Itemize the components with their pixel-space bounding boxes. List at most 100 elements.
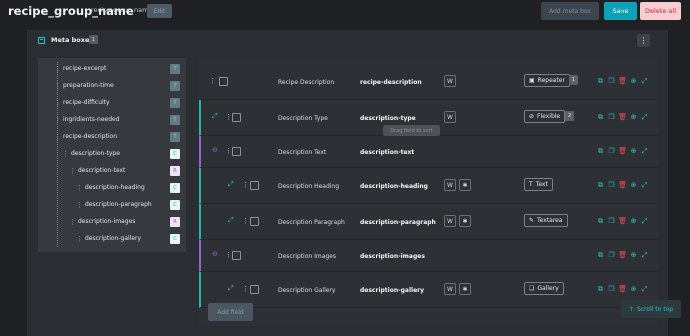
drag-handle-icon[interactable]: ⋮: [225, 251, 232, 259]
tree-item[interactable]: ⋮ description-type: [62, 147, 120, 160]
add-icon[interactable]: ⊕: [630, 147, 637, 155]
add-icon[interactable]: ⊕: [630, 217, 637, 225]
duplicate-icon[interactable]: ⧉: [597, 181, 604, 189]
wordpress-icon[interactable]: W: [444, 283, 456, 295]
edit-button[interactable]: Edit: [147, 4, 172, 18]
duplicate-icon[interactable]: ⧉: [597, 147, 604, 155]
delete-icon[interactable]: 🗑: [618, 113, 627, 121]
delete-icon[interactable]: 🗑: [618, 251, 627, 259]
delete-icon[interactable]: 🗑: [618, 181, 627, 189]
field-row[interactable]: ⤢ ⋮ Description Paragraph description-pa…: [199, 204, 657, 240]
field-type-button[interactable]: ✎ Textarea: [524, 214, 568, 227]
field-checkbox[interactable]: [232, 251, 241, 260]
drag-handle-icon[interactable]: ⋮: [76, 235, 83, 243]
drag-handle-icon[interactable]: ⋮: [54, 99, 61, 107]
field-checkbox[interactable]: [250, 217, 259, 226]
duplicate-icon[interactable]: ⧉: [597, 113, 604, 121]
tree-item[interactable]: ⋮ description-text: [69, 164, 125, 177]
drag-handle-icon[interactable]: ⋮: [62, 150, 69, 158]
field-row[interactable]: ⋮ Recipe Description recipe-description …: [199, 64, 657, 100]
save-button[interactable]: Save: [604, 2, 637, 20]
field-row[interactable]: ⊖ ⋮ Description Images description-image…: [199, 240, 657, 272]
field-checkbox[interactable]: [250, 181, 259, 190]
field-checkbox[interactable]: [232, 113, 241, 122]
drag-handle-icon[interactable]: ⋮: [225, 113, 232, 121]
copy-icon[interactable]: ❐: [608, 217, 615, 225]
collapse-arrows-icon[interactable]: ⤢: [228, 216, 234, 225]
delete-icon[interactable]: 🗑: [618, 217, 627, 225]
collapse-arrows-icon[interactable]: ⤢: [228, 284, 234, 293]
copy-icon[interactable]: ❐: [608, 77, 615, 85]
duplicate-icon[interactable]: ⧉: [597, 77, 604, 85]
add-icon[interactable]: ⊕: [630, 113, 637, 121]
delete-icon[interactable]: 🗑: [618, 77, 627, 85]
field-row[interactable]: ⤢ ⋮ Description Heading description-head…: [199, 168, 657, 204]
field-checkbox[interactable]: [250, 285, 259, 294]
wordpress-icon[interactable]: W: [444, 75, 456, 87]
expand-icon[interactable]: ⤢: [641, 251, 648, 259]
duplicate-icon[interactable]: ⧉: [597, 251, 604, 259]
field-type-button[interactable]: T Text: [524, 178, 553, 191]
copy-icon[interactable]: ❐: [608, 113, 615, 121]
tree-item[interactable]: ⋮ description-heading: [76, 181, 145, 194]
drag-handle-icon[interactable]: ⋮: [54, 65, 61, 73]
duplicate-icon[interactable]: ⧉: [597, 285, 604, 293]
drag-handle-icon[interactable]: ⋮: [76, 201, 83, 209]
delete-icon[interactable]: 🗑: [618, 147, 627, 155]
drag-handle-icon[interactable]: ⋮: [54, 133, 61, 141]
add-icon[interactable]: ⊕: [630, 181, 637, 189]
drag-handle-icon[interactable]: ⋮: [209, 77, 216, 85]
scroll-to-top-button[interactable]: ↑ Scroll to top: [621, 300, 681, 318]
tree-item[interactable]: ⋮ description-gallery: [76, 232, 141, 245]
collapse-arrows-icon[interactable]: ⤢: [212, 112, 218, 121]
kebab-menu-icon[interactable]: ⋮: [637, 34, 650, 47]
required-icon[interactable]: ✱: [459, 215, 471, 227]
wordpress-icon[interactable]: W: [444, 111, 456, 123]
drag-handle-icon[interactable]: ⋮: [54, 116, 61, 124]
expand-icon[interactable]: ⤢: [641, 147, 648, 155]
expand-icon[interactable]: ⤢: [641, 77, 648, 85]
tree-item[interactable]: ⋮ ingridients-needed: [54, 113, 120, 126]
tree-item[interactable]: ⋮ description-paragraph: [76, 198, 152, 211]
delete-all-button[interactable]: Delete all: [640, 2, 681, 20]
field-type-button[interactable]: ▣ Repeater: [524, 74, 570, 87]
field-type-button[interactable]: ❏ Gallery: [524, 282, 564, 295]
copy-icon[interactable]: ❐: [608, 181, 615, 189]
drag-handle-icon[interactable]: ⋮: [69, 167, 76, 175]
add-icon[interactable]: ⊕: [630, 285, 637, 293]
add-meta-box-button[interactable]: Add meta box: [541, 2, 599, 20]
tree-item[interactable]: ⋮ preparation-time: [54, 79, 114, 92]
drag-handle-icon[interactable]: ⋮: [76, 184, 83, 192]
required-icon[interactable]: ✱: [459, 283, 471, 295]
tree-item[interactable]: ⋮ recipe-difficulty: [54, 96, 110, 109]
required-icon[interactable]: ✱: [459, 179, 471, 191]
field-type-button[interactable]: ⊘ Flexible: [524, 110, 566, 123]
wordpress-icon[interactable]: W: [444, 179, 456, 191]
copy-icon[interactable]: ❐: [608, 147, 615, 155]
field-row[interactable]: ⊖ ⋮ Description Text description-text ⧉ …: [199, 136, 657, 168]
expand-icon[interactable]: ⤢: [641, 285, 648, 293]
add-icon[interactable]: ⊕: [630, 77, 637, 85]
copy-icon[interactable]: ❐: [608, 285, 615, 293]
field-checkbox[interactable]: [232, 147, 241, 156]
tree-item[interactable]: ⋮ recipe-description: [54, 130, 117, 143]
drag-handle-icon[interactable]: ⋮: [242, 181, 249, 189]
expand-icon[interactable]: ⤢: [641, 181, 648, 189]
tree-item[interactable]: ⋮ description-images: [69, 215, 135, 228]
add-icon[interactable]: ⊕: [630, 251, 637, 259]
expand-icon[interactable]: ⤢: [641, 113, 648, 121]
drag-handle-icon[interactable]: ⋮: [242, 217, 249, 225]
add-field-button[interactable]: Add field: [208, 303, 253, 321]
drag-handle-icon[interactable]: ⋮: [242, 285, 249, 293]
collapse-arrows-icon[interactable]: ⤢: [228, 180, 234, 189]
drag-handle-icon[interactable]: ⋮: [225, 147, 232, 155]
copy-icon[interactable]: ❐: [608, 251, 615, 259]
duplicate-icon[interactable]: ⧉: [597, 217, 604, 225]
delete-icon[interactable]: 🗑: [618, 285, 627, 293]
field-row[interactable]: ⤢ ⋮ Description Gallery description-gall…: [199, 272, 657, 308]
expand-icon[interactable]: ⤢: [641, 217, 648, 225]
drag-handle-icon[interactable]: ⋮: [54, 82, 61, 90]
wordpress-icon[interactable]: W: [444, 215, 456, 227]
tree-item[interactable]: ⋮ recipe-excerpt: [54, 62, 106, 75]
field-checkbox[interactable]: [219, 77, 228, 86]
